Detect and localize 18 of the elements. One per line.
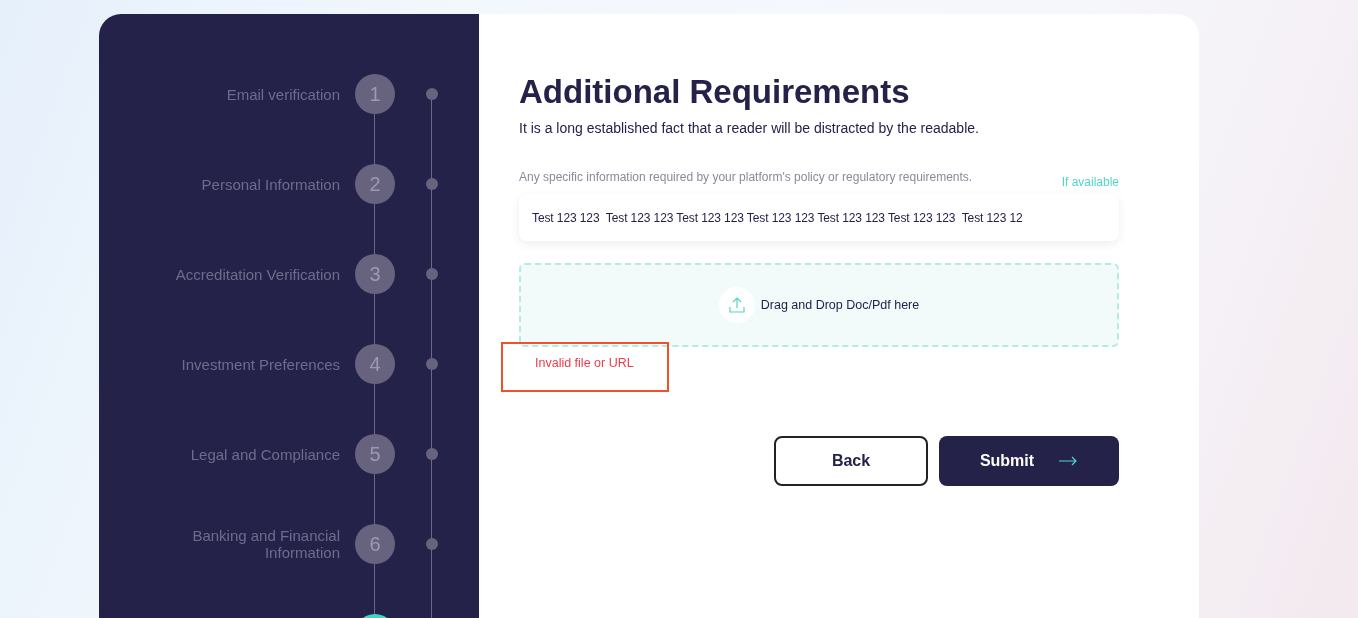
drop-text: Drag and Drop Doc/Pdf here <box>760 298 920 312</box>
field-label: Any specific information required by your platform's policy or regulatory requirements. <box>519 170 973 186</box>
upload-icon <box>718 287 755 323</box>
step-label: Accreditation Verification <box>174 265 340 283</box>
input-field[interactable]: Test 123 123 Test 123 123 Test 123 123 Test 123 123 Test 123 123 Test 123 123 Test 123 12 <box>519 194 1119 241</box>
step-label: Personal Information <box>200 175 340 193</box>
step-label: Banking and Financial Information <box>191 527 340 561</box>
step-label: Email verification <box>225 85 340 103</box>
drop-zone[interactable]: Drag and Drop Doc/Pdf here <box>519 263 1119 347</box>
subtitle: It is a long established fact that a reader will be distracted by the readable. <box>519 120 980 136</box>
error-message: Invalid file or URL <box>535 356 634 370</box>
step-label: Investment Preferences <box>180 355 340 373</box>
submit-button[interactable]: Submit <box>939 436 1119 486</box>
back-button[interactable]: Back <box>774 436 928 486</box>
arrow-icon <box>1058 456 1079 466</box>
page-title: Additional Requirements <box>519 72 911 112</box>
field-hint: If available <box>1061 175 1119 189</box>
step-label: Legal and Compliance <box>189 445 340 463</box>
